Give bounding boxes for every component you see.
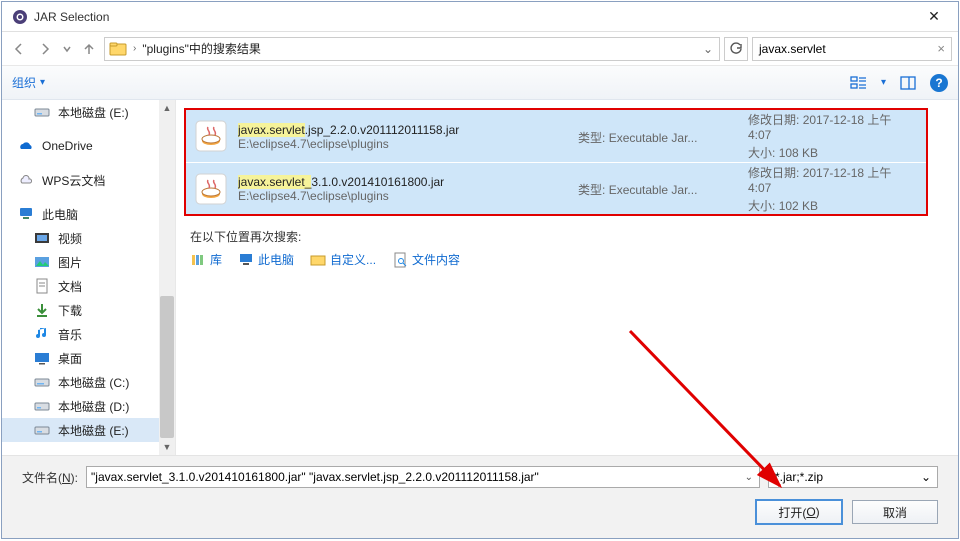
drive-icon [34,422,50,438]
file-name: javax.servlet.jsp_2.2.0.v201112011158.ja… [238,122,568,137]
toolbar: 组织 ▾ ▾ ? [2,66,958,100]
chevron-right-icon: › [129,43,140,54]
titlebar: JAR Selection ✕ [2,2,958,32]
search-input[interactable]: javax.servlet × [752,37,952,61]
sidebar: 本地磁盘 (E:) OneDrive WPS云文档 此电脑 视频 图片 文档 下… [2,100,176,455]
sidebar-item-downloads[interactable]: 下载 [2,298,175,322]
result-highlight-box: javax.servlet.jsp_2.2.0.v201112011158.ja… [184,108,928,216]
search-again-libraries[interactable]: 库 [190,251,222,268]
close-button[interactable]: ✕ [914,3,954,31]
help-button[interactable]: ? [930,74,948,92]
refresh-button[interactable] [724,37,748,61]
scroll-up-icon[interactable]: ▲ [159,100,175,116]
file-path: E:\eclipse4.7\eclipse\plugins [238,189,568,203]
result-item[interactable]: javax.servlet.jsp_2.2.0.v201112011158.ja… [186,110,926,162]
file-name: javax.servlet_3.1.0.v201410161800.jar [238,174,568,189]
clear-search-icon[interactable]: × [937,41,945,56]
window-title: JAR Selection [34,10,914,24]
search-text: javax.servlet [759,42,826,56]
drive-icon [34,398,50,414]
sidebar-item-this-pc[interactable]: 此电脑 [2,202,175,226]
scroll-down-icon[interactable]: ▼ [159,439,175,455]
sidebar-item-pictures[interactable]: 图片 [2,250,175,274]
jar-icon [194,119,228,153]
chevron-down-icon[interactable]: ⌄ [743,472,755,483]
app-icon [12,9,28,25]
sidebar-item-drive-e2[interactable]: 本地磁盘 (E:) [2,418,175,442]
sidebar-item-drive-e[interactable]: 本地磁盘 (E:) [2,100,175,124]
organize-menu[interactable]: 组织 ▾ [12,74,45,91]
search-again-this-pc[interactable]: 此电脑 [238,251,294,268]
back-button[interactable] [8,38,30,60]
sidebar-item-drive-d[interactable]: 本地磁盘 (D:) [2,394,175,418]
sidebar-scrollbar[interactable]: ▲ ▼ [159,100,175,455]
filter-select[interactable]: *.jar;*.zip ⌄ [768,466,938,488]
desktop-icon [34,350,50,366]
search-again-contents[interactable]: 文件内容 [392,251,460,268]
sidebar-item-wps[interactable]: WPS云文档 [2,168,175,192]
sidebar-item-videos[interactable]: 视频 [2,226,175,250]
search-again-custom[interactable]: 自定义... [310,251,376,268]
folder-icon [109,40,127,58]
sidebar-item-drive-c[interactable]: 本地磁盘 (C:) [2,370,175,394]
breadcrumb-text: "plugins"中的搜索结果 [140,40,263,57]
library-icon [190,252,206,268]
file-content-icon [392,252,408,268]
picture-icon [34,254,50,270]
music-icon [34,326,50,342]
chevron-down-icon[interactable]: ⌄ [921,470,931,484]
up-button[interactable] [78,38,100,60]
sidebar-item-documents[interactable]: 文档 [2,274,175,298]
pc-icon [18,206,34,222]
search-again-header: 在以下位置再次搜索: [190,228,944,245]
drive-icon [34,374,50,390]
sidebar-item-onedrive[interactable]: OneDrive [2,134,175,158]
view-options-button[interactable] [849,73,869,93]
file-path: E:\eclipse4.7\eclipse\plugins [238,137,568,151]
bottom-panel: 文件名(N): "javax.servlet_3.1.0.v2014101618… [2,455,958,538]
open-button[interactable]: 打开(O) [756,500,842,524]
filename-input[interactable]: "javax.servlet_3.1.0.v201410161800.jar" … [86,466,760,488]
cancel-button[interactable]: 取消 [852,500,938,524]
sidebar-item-desktop[interactable]: 桌面 [2,346,175,370]
results-pane: javax.servlet.jsp_2.2.0.v201112011158.ja… [176,100,958,455]
forward-button[interactable] [34,38,56,60]
sidebar-item-music[interactable]: 音乐 [2,322,175,346]
address-dropdown-icon[interactable]: ⌄ [699,42,717,56]
drive-icon [34,104,50,120]
folder-icon [310,252,326,268]
doc-icon [34,278,50,294]
onedrive-icon [18,138,34,154]
search-again-section: 在以下位置再次搜索: 库 此电脑 自定义... 文件内容 [176,222,958,274]
scroll-thumb[interactable] [160,296,174,438]
preview-pane-button[interactable] [898,73,918,93]
chevron-down-icon[interactable]: ▾ [881,77,886,88]
download-icon [34,302,50,318]
wps-icon [18,172,34,188]
filename-label: 文件名(N): [22,469,78,486]
pc-icon [238,252,254,268]
recent-dropdown[interactable] [60,38,74,60]
address-bar[interactable]: › "plugins"中的搜索结果 ⌄ [104,37,720,61]
video-icon [34,230,50,246]
nav-row: › "plugins"中的搜索结果 ⌄ javax.servlet × [2,32,958,66]
organize-label: 组织 [12,74,36,91]
chevron-down-icon: ▾ [40,77,45,88]
jar-icon [194,172,228,206]
result-item[interactable]: javax.servlet_3.1.0.v201410161800.jar E:… [186,162,926,214]
